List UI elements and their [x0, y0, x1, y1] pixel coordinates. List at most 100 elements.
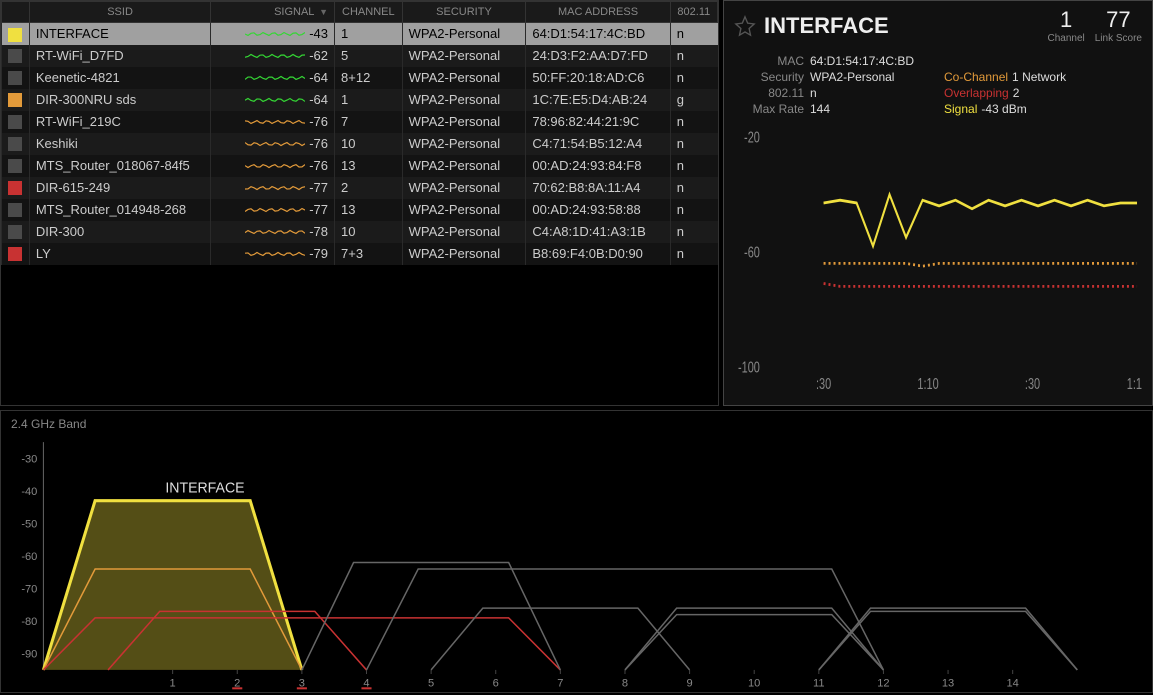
col-signal-label: SIGNAL [274, 6, 314, 18]
cell-security: WPA2-Personal [402, 133, 526, 155]
cell-channel: 1 [335, 23, 403, 45]
signal-sparkline-icon [245, 205, 305, 215]
svg-text:12: 12 [877, 677, 889, 689]
cell-band: n [670, 67, 717, 89]
cell-signal: -76 [309, 114, 328, 129]
signal-sparkline-icon [245, 183, 305, 193]
col-mac[interactable]: MAC ADDRESS [526, 2, 670, 23]
signal-sparkline-icon [245, 117, 305, 127]
network-color-swatch[interactable] [8, 28, 22, 42]
network-color-swatch[interactable] [8, 203, 22, 217]
sort-indicator-icon: ▼ [319, 7, 328, 17]
detail-mac-label: MAC [734, 54, 804, 68]
signal-sparkline-icon [245, 95, 305, 105]
cell-security: WPA2-Personal [402, 155, 526, 177]
svg-text:1: 1 [170, 677, 176, 689]
cell-security: WPA2-Personal [402, 243, 526, 265]
detail-maxrate-value: 144 [810, 102, 830, 116]
table-row[interactable]: MTS_Router_018067-84f5-7613WPA2-Personal… [2, 155, 718, 177]
table-row[interactable]: DIR-615-249-772WPA2-Personal70:62:B8:8A:… [2, 177, 718, 199]
svg-text:8: 8 [622, 677, 628, 689]
network-table-panel: SSID SIGNAL ▼ CHANNEL SECURITY MAC ADDRE… [0, 0, 719, 406]
cell-mac: 00:AD:24:93:58:88 [526, 199, 670, 221]
table-row[interactable]: DIR-300NRU sds-641WPA2-Personal1C:7E:E5:… [2, 89, 718, 111]
network-color-swatch[interactable] [8, 115, 22, 129]
cell-signal: -43 [309, 26, 328, 41]
cell-security: WPA2-Personal [402, 221, 526, 243]
cell-channel: 13 [335, 199, 403, 221]
signal-sparkline-icon [245, 51, 305, 61]
network-color-swatch[interactable] [8, 93, 22, 107]
detail-band-label: 802.11 [734, 86, 804, 100]
col-security[interactable]: SECURITY [402, 2, 526, 23]
detail-title: INTERFACE [764, 13, 1037, 39]
detail-signal-label: Signal [944, 102, 977, 116]
cell-band: n [670, 155, 717, 177]
cell-channel: 10 [335, 221, 403, 243]
table-row[interactable]: RT-WiFi_D7FD-625WPA2-Personal24:D3:F2:AA… [2, 45, 718, 67]
svg-text:-20: -20 [744, 130, 760, 146]
cell-band: n [670, 199, 717, 221]
table-row[interactable]: DIR-300-7810WPA2-PersonalC4:A8:1D:41:A3:… [2, 221, 718, 243]
detail-security-value: WPA2-Personal [810, 70, 894, 84]
network-color-swatch[interactable] [8, 137, 22, 151]
detail-channel-stat: 1 Channel [1047, 7, 1084, 44]
detail-mac-value: 64:D1:54:17:4C:BD [810, 54, 914, 68]
table-row[interactable]: INTERFACE-431WPA2-Personal64:D1:54:17:4C… [2, 23, 718, 45]
cell-ssid: DIR-615-249 [29, 177, 210, 199]
detail-channel-label: Channel [1047, 33, 1084, 44]
cell-band: g [670, 89, 717, 111]
favorite-star-icon[interactable] [734, 15, 756, 37]
cell-security: WPA2-Personal [402, 111, 526, 133]
cell-ssid: MTS_Router_018067-84f5 [29, 155, 210, 177]
svg-text:10: 10 [748, 677, 760, 689]
cell-mac: 78:96:82:44:21:9C [526, 111, 670, 133]
svg-text:-60: -60 [744, 244, 760, 261]
table-row[interactable]: LY-797+3WPA2-PersonalB8:69:F4:0B:D0:90n [2, 243, 718, 265]
detail-overlapping-label: Overlapping [944, 86, 1009, 100]
cell-signal: -62 [309, 48, 328, 63]
col-80211[interactable]: 802.11 [670, 2, 717, 23]
network-color-swatch[interactable] [8, 49, 22, 63]
table-row[interactable]: Keshiki-7610WPA2-PersonalC4:71:54:B5:12:… [2, 133, 718, 155]
network-color-swatch[interactable] [8, 159, 22, 173]
cell-band: n [670, 111, 717, 133]
network-color-swatch[interactable] [8, 247, 22, 261]
table-row[interactable]: MTS_Router_014948-268-7713WPA2-Personal0… [2, 199, 718, 221]
cell-mac: 00:AD:24:93:84:F8 [526, 155, 670, 177]
col-signal[interactable]: SIGNAL ▼ [211, 2, 335, 23]
table-row[interactable]: Keenetic-4821-648+12WPA2-Personal50:FF:2… [2, 67, 718, 89]
network-color-swatch[interactable] [8, 181, 22, 195]
cell-channel: 13 [335, 155, 403, 177]
cell-band: n [670, 221, 717, 243]
network-color-swatch[interactable] [8, 71, 22, 85]
cell-band: n [670, 45, 717, 67]
cell-ssid: RT-WiFi_219C [29, 111, 210, 133]
col-channel[interactable]: CHANNEL [335, 2, 403, 23]
cell-security: WPA2-Personal [402, 67, 526, 89]
cell-channel: 7+3 [335, 243, 403, 265]
cell-band: n [670, 177, 717, 199]
svg-text:11: 11 [813, 677, 825, 689]
table-row[interactable]: RT-WiFi_219C-767WPA2-Personal78:96:82:44… [2, 111, 718, 133]
cell-ssid: DIR-300 [29, 221, 210, 243]
col-ssid[interactable]: SSID [29, 2, 210, 23]
svg-text:-100: -100 [738, 359, 760, 376]
svg-text:-40: -40 [21, 486, 37, 498]
network-color-swatch[interactable] [8, 225, 22, 239]
detail-overlapping-value: 2 [1013, 86, 1020, 100]
svg-text:INTERFACE: INTERFACE [165, 480, 244, 496]
cell-security: WPA2-Personal [402, 45, 526, 67]
svg-text:6: 6 [493, 677, 499, 689]
detail-cochannel-value: 1 [1012, 70, 1019, 84]
svg-text::30: :30 [1025, 375, 1040, 392]
cell-channel: 8+12 [335, 67, 403, 89]
col-color[interactable] [2, 2, 30, 23]
cell-ssid: Keenetic-4821 [29, 67, 210, 89]
cell-mac: 24:D3:F2:AA:D7:FD [526, 45, 670, 67]
svg-text:5: 5 [428, 677, 434, 689]
cell-ssid: DIR-300NRU sds [29, 89, 210, 111]
cell-band: n [670, 23, 717, 45]
cell-channel: 2 [335, 177, 403, 199]
cell-signal: -76 [309, 136, 328, 151]
